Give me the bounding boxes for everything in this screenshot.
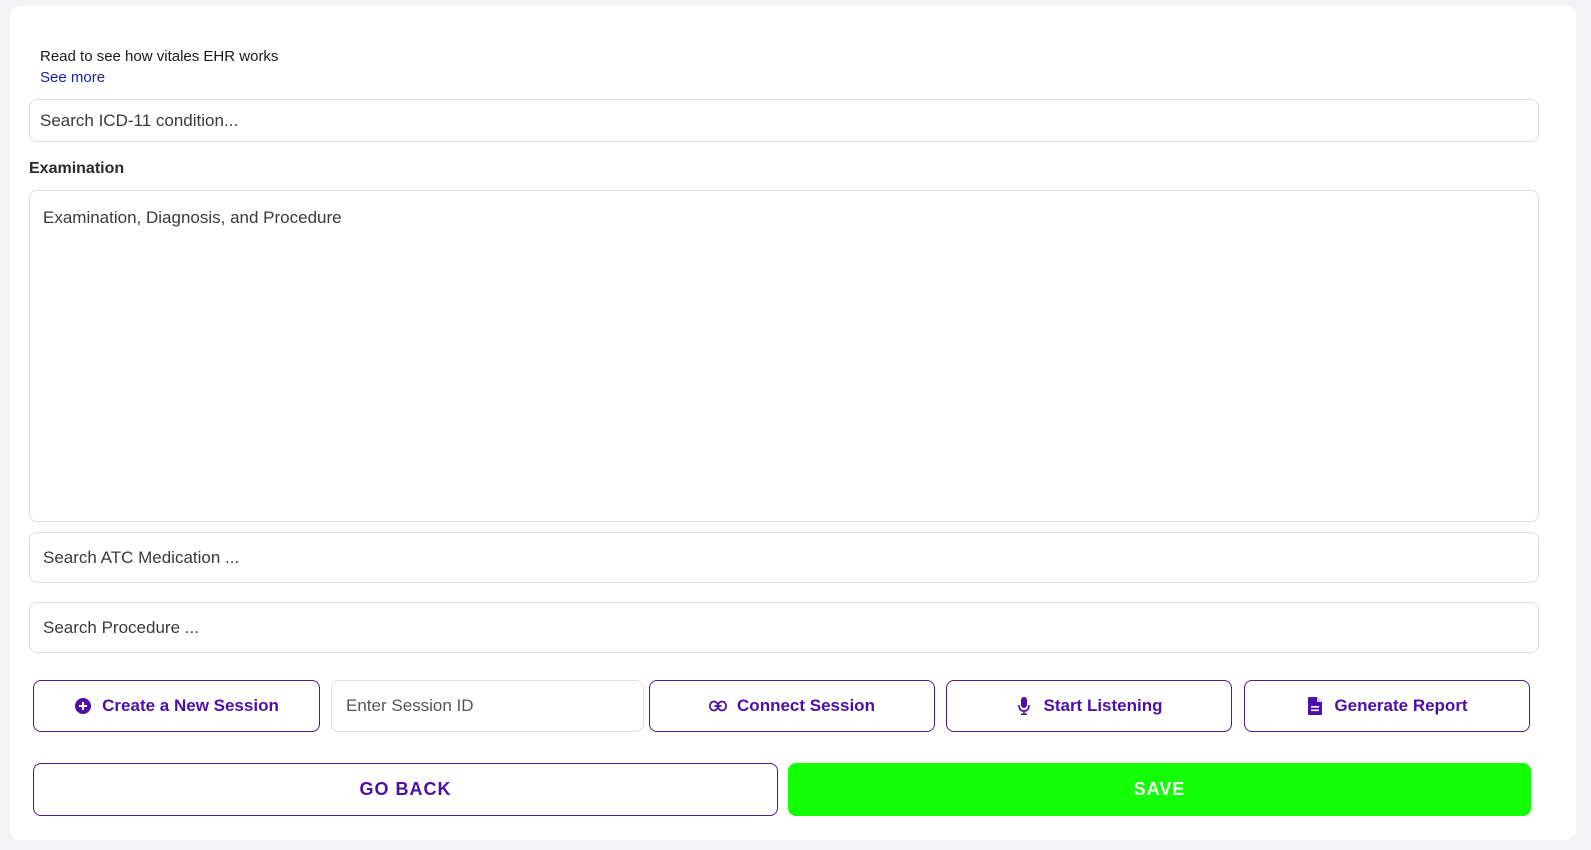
start-listening-label: Start Listening xyxy=(1043,696,1163,715)
connect-session-label: Connect Session xyxy=(737,696,875,715)
create-session-label: Create a New Session xyxy=(102,696,279,715)
document-icon xyxy=(1306,697,1324,715)
examination-label: Examination xyxy=(29,160,125,177)
save-button[interactable]: SAVE xyxy=(788,763,1531,816)
microphone-icon xyxy=(1015,697,1033,715)
intro-block: Read to see how vitales EHR works See mo… xyxy=(40,46,278,88)
go-back-button[interactable]: GO BACK xyxy=(33,763,778,816)
create-session-button[interactable]: Create a New Session xyxy=(33,680,320,732)
form-card: Read to see how vitales EHR works See mo… xyxy=(10,6,1576,840)
start-listening-button[interactable]: Start Listening xyxy=(946,680,1232,732)
generate-report-button[interactable]: Generate Report xyxy=(1244,680,1530,732)
icd-search-input[interactable] xyxy=(29,99,1539,142)
medication-search-input[interactable] xyxy=(29,532,1539,583)
plus-circle-icon xyxy=(74,697,92,715)
link-icon xyxy=(709,697,728,715)
generate-report-label: Generate Report xyxy=(1334,696,1468,715)
procedure-search-input[interactable] xyxy=(29,602,1539,653)
see-more-link[interactable]: See more xyxy=(40,67,278,88)
examination-textarea[interactable] xyxy=(29,190,1539,522)
intro-text: Read to see how vitales EHR works xyxy=(40,48,279,65)
session-id-input[interactable] xyxy=(331,680,644,732)
connect-session-button[interactable]: Connect Session xyxy=(649,680,935,732)
